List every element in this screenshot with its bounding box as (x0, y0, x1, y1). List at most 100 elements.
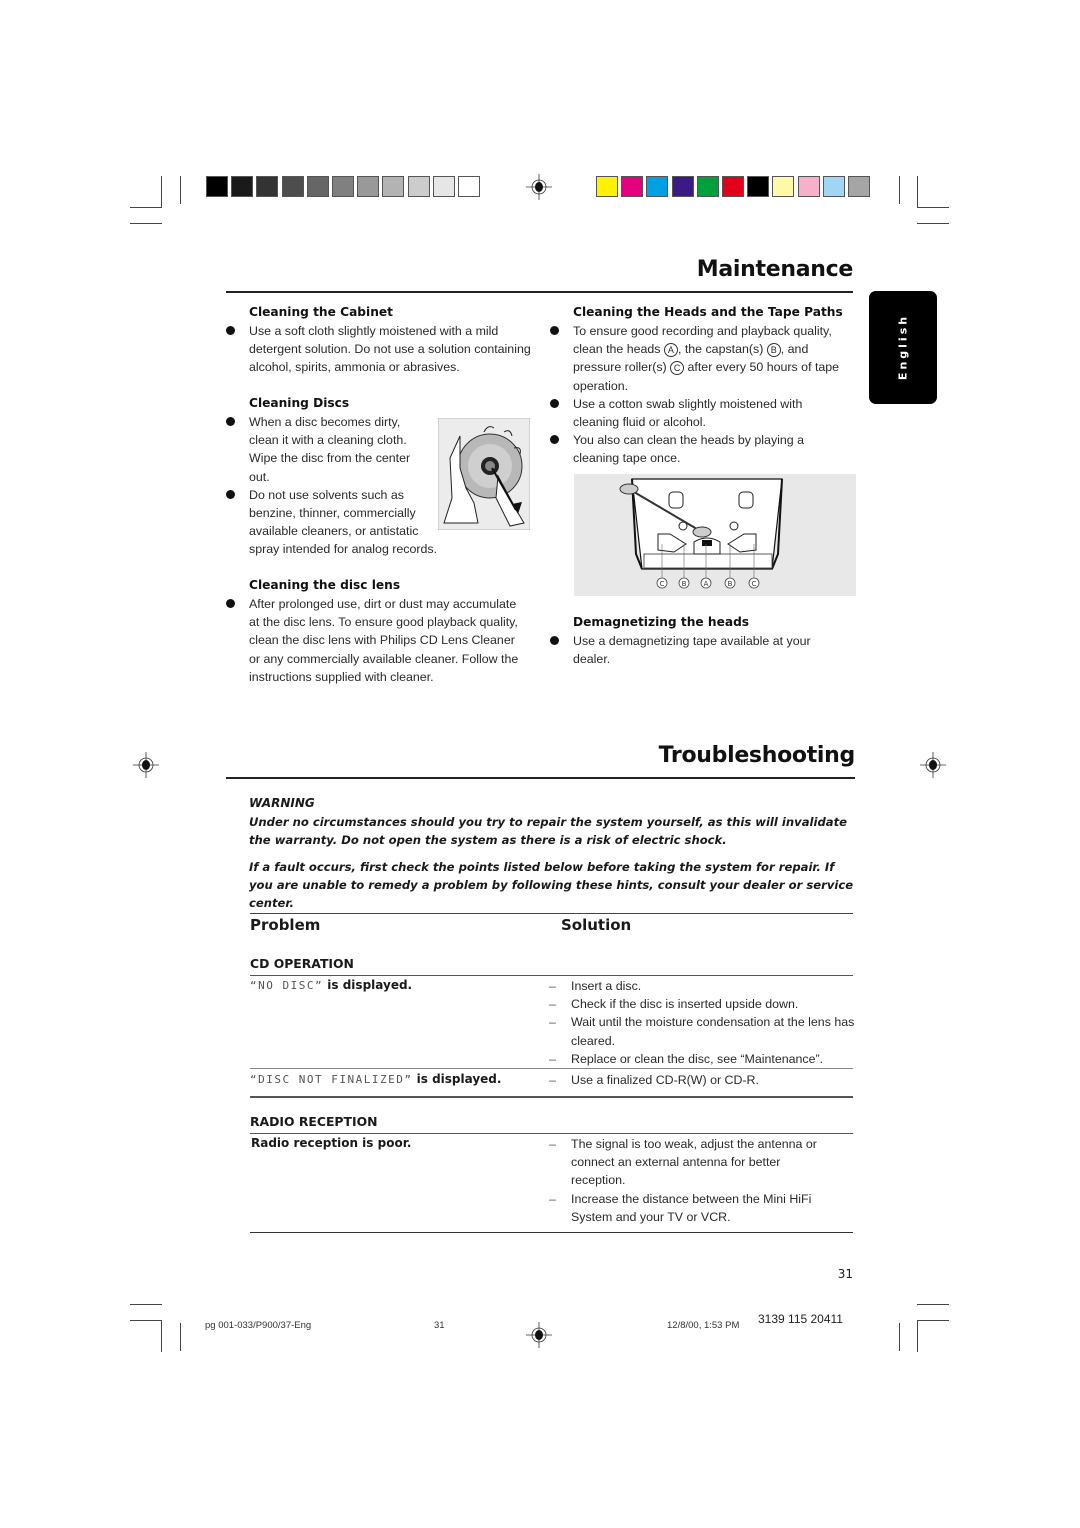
solution-item: – Check if the disc is inserted upside do… (549, 997, 799, 1012)
crop-mark (917, 1320, 918, 1352)
troubleshooting-title: Troubleshooting (658, 743, 856, 768)
cleaning-lens-heading: Cleaning the disc lens (249, 578, 401, 592)
color-swatch (306, 176, 329, 197)
crop-mark (130, 207, 162, 208)
cleaning-cabinet-heading: Cleaning the Cabinet (249, 305, 393, 319)
crop-mark (917, 207, 949, 208)
color-swatch (671, 176, 694, 197)
label-a-icon: A (663, 343, 678, 358)
solution-item: – Wait until the moisture condensation at… (549, 1015, 855, 1048)
bullet-icon (226, 326, 235, 335)
diagram-label: C (752, 580, 757, 588)
color-swatch (596, 176, 618, 197)
problem-disc-not-finalized: “DISC NOT FINALIZED” is displayed. (250, 1072, 502, 1086)
diagram-label: B (728, 580, 733, 588)
section-end-rule (250, 1096, 853, 1098)
bullet-icon (550, 636, 559, 645)
crop-mark (161, 176, 162, 208)
bullet-item: Do not use solvents such as benzine, thi… (226, 486, 449, 559)
crop-mark (130, 223, 162, 224)
crop-mark (180, 1323, 181, 1351)
intro-text: If a fault occurs, first check the point… (249, 860, 854, 910)
crop-mark (899, 176, 900, 204)
problem-no-disc: “NO DISC” is displayed. (250, 978, 413, 992)
footer-file: pg 001-033/P900/37-Eng (205, 1320, 312, 1331)
crop-mark (180, 176, 181, 204)
crop-mark (161, 1320, 162, 1352)
registration-mark-icon (526, 174, 552, 200)
registration-mark-icon (526, 1322, 552, 1348)
row-rule (250, 1068, 853, 1069)
footer-datetime: 12/8/00, 1:53 PM (667, 1320, 740, 1331)
footer-page: 31 (434, 1320, 445, 1331)
language-tab: English (869, 291, 937, 404)
color-swatch (747, 176, 770, 197)
bullet-item: When a disc becomes dirty, clean it with… (226, 413, 419, 486)
bullet-item: To ensure good recording and playback qu… (550, 322, 848, 395)
crop-mark (917, 176, 918, 208)
section-radio-reception: RADIO RECEPTION (250, 1114, 378, 1129)
footer-code: 3139 115 20411 (758, 1312, 843, 1326)
color-swatch (722, 176, 744, 197)
cleaning-heads-heading: Cleaning the Heads and the Tape Paths (573, 305, 843, 319)
tape-heads-diagram: CBABC (574, 474, 856, 596)
crop-mark (917, 223, 949, 224)
bullet-icon (226, 417, 235, 426)
color-swatch (696, 176, 719, 197)
bullet-item: Use a demagnetizing tape available at yo… (550, 632, 848, 668)
cleaning-lens-text: After prolonged use, dirt or dust may ac… (226, 595, 529, 686)
color-swatch (206, 176, 228, 197)
bullet-icon (550, 326, 559, 335)
color-swatch (797, 176, 820, 197)
crop-mark (130, 1320, 162, 1321)
color-swatch (332, 176, 354, 197)
section-rule (250, 975, 853, 976)
solution-item: – Insert a disc. (549, 979, 642, 993)
maintenance-rule (226, 291, 853, 293)
bullet-item: After prolonged use, dirt or dust may ac… (226, 595, 529, 686)
bullet-icon (226, 599, 235, 608)
diagram-label: A (704, 580, 709, 588)
cleaning-discs-text: When a disc becomes dirty, clean it with… (226, 413, 445, 559)
demagnetizing-heading: Demagnetizing the heads (573, 615, 750, 629)
crop-mark (917, 1304, 949, 1305)
bullet-item: Use a cotton swab slightly moistened wit… (550, 395, 848, 431)
color-swatch (382, 176, 405, 197)
cleaning-cabinet-text: Use a soft cloth slightly moistened with… (226, 322, 539, 377)
bullet-item: Use a soft cloth slightly moistened with… (226, 322, 539, 377)
diagram-label: B (682, 580, 687, 588)
crop-mark (917, 1320, 949, 1321)
registration-mark-icon (133, 752, 159, 778)
color-swatch (256, 176, 279, 197)
cleaning-discs-heading: Cleaning Discs (249, 396, 350, 410)
solution-item: – The signal is too weak, adjust the ante… (549, 1137, 817, 1188)
crop-mark (899, 1323, 900, 1351)
problem-radio-poor: Radio reception is poor. (251, 1136, 412, 1150)
lcd-text: “NO DISC” (250, 979, 324, 992)
solutions-disc-not-finalized: – Use a finalized CD-R(W) or CD-R. (549, 1071, 859, 1089)
label-b-icon: B (766, 343, 781, 358)
color-swatch (281, 176, 304, 197)
color-swatch (432, 176, 455, 197)
color-swatch (621, 176, 644, 197)
language-tab-label: English (896, 313, 910, 381)
label-c-icon: C (670, 361, 685, 376)
solution-item: – Increase the distance between the Mini … (549, 1191, 812, 1224)
color-swatch (772, 176, 795, 197)
color-swatch (822, 176, 845, 197)
bullet-icon (550, 435, 559, 445)
troubleshooting-rule (226, 777, 855, 779)
table-bottom-rule (250, 1232, 853, 1233)
color-swatch (231, 176, 254, 197)
crop-mark (130, 1304, 162, 1305)
registration-mark-icon (920, 752, 946, 778)
color-swatch (848, 176, 870, 197)
color-swatch (407, 176, 430, 197)
solutions-radio-poor: – The signal is too weak, adjust the ante… (549, 1135, 859, 1226)
section-rule (250, 1133, 853, 1134)
page-number: 31 (837, 1267, 853, 1281)
bullet-item: You also can clean the heads by playing … (550, 431, 848, 467)
color-swatch (357, 176, 380, 197)
lcd-text: “DISC NOT FINALIZED” (250, 1073, 413, 1086)
solution-column-header: Solution (561, 916, 632, 934)
